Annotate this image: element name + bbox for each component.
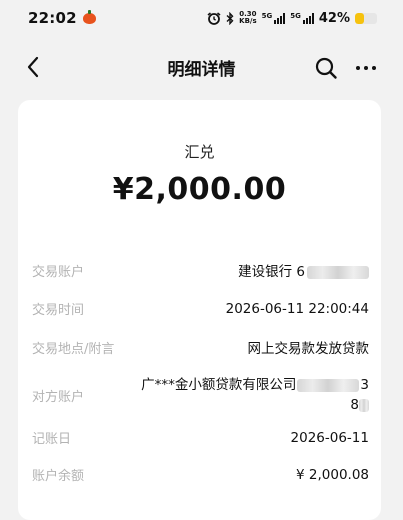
row-posting-date: 记账日 2026-06-11 [32,428,369,448]
status-left: 22:02 [28,9,96,27]
back-button[interactable] [20,54,46,80]
status-bar: 22:02 0.30 KB/s 5G 5G 42% [0,0,403,36]
row-label: 账户余额 [32,469,85,484]
row-location: 交易地点/附言 网上交易款发放贷款 [32,337,369,357]
row-balance: 账户余额 ¥ 2,000.08 [32,465,369,485]
battery-percent: 42% [318,10,350,26]
row-account: 交易账户 建设银行 6 [32,260,369,280]
masked-text [307,265,369,279]
row-value: 广***金小额贷款有限公司 3 8 [141,375,369,415]
row-value: 网上交易款发放贷款 [247,341,370,357]
chevron-left-icon [27,56,39,78]
transaction-amount: ¥2,000.00 [112,172,287,207]
alarm-icon [207,11,221,25]
status-right: 0.30 KB/s 5G 5G 42% [207,11,377,26]
row-time: 交易时间 2026-06-11 22:00:44 [32,299,369,319]
sim2-label: 5G [290,11,301,20]
row-label: 对方账户 [32,389,85,405]
counterparty-name: 广***金小额贷款有限公司 [141,377,297,393]
nav-bar: 明细详情 [0,44,403,90]
counterparty-tail: 3 [360,377,369,393]
search-icon [315,57,337,79]
masked-text [297,378,360,392]
battery-icon [355,12,377,24]
status-time: 22:02 [28,9,77,27]
signal-icon: 5G [261,11,286,24]
net-speed-unit: KB/s [239,17,257,25]
counterparty-line2-text: 8 [350,397,359,413]
counterparty-line1: 广***金小额贷款有限公司 3 [141,375,369,395]
more-dots-icon [356,66,376,70]
row-label: 交易账户 [32,264,85,280]
detail-card: 汇兑 ¥2,000.00 交易账户 建设银行 6 交易时间 2026-06-11… [18,100,381,520]
row-label: 交易时间 [32,303,85,318]
page-title: 明细详情 [167,59,236,80]
more-button[interactable] [352,54,380,82]
row-value: ¥ 2,000.08 [296,466,369,483]
bluetooth-icon [226,11,234,25]
row-counterparty: 对方账户 广***金小额贷款有限公司 3 8 [32,375,369,415]
net-speed: 0.30 KB/s [239,11,256,25]
sim1-label: 5G [261,11,273,20]
masked-text [359,398,369,412]
counterparty-line2: 8 [141,395,369,415]
search-button[interactable] [312,54,340,82]
row-value: 2026-06-11 [290,429,369,446]
transaction-type: 汇兑 [184,143,215,161]
pumpkin-icon [82,9,96,24]
battery-fill [355,12,365,24]
row-value: 建设银行 6 [238,260,369,280]
row-label: 交易地点/附言 [32,341,115,357]
row-label: 记账日 [32,432,72,447]
signal-icon-2: 5G [290,11,314,24]
account-value: 建设银行 6 [238,264,305,280]
row-value: 2026-06-11 22:00:44 [225,300,369,317]
